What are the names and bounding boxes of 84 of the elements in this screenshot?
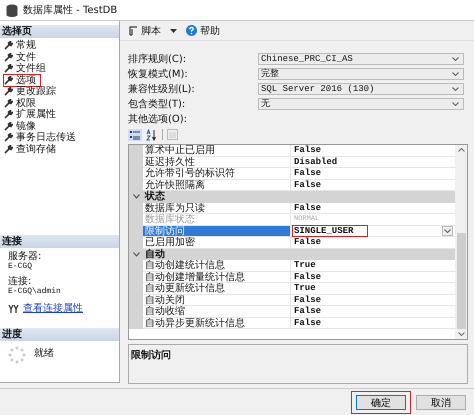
nav-item[interactable]: 权限: [4, 98, 40, 109]
wrench-icon: [4, 122, 13, 131]
scrollbar-thumb[interactable]: [456, 233, 466, 329]
dropdown-button[interactable]: [442, 226, 453, 236]
nav-item[interactable]: 查询存储: [4, 144, 60, 155]
expand-chevron-icon[interactable]: [132, 194, 140, 200]
chevron-icon: [452, 56, 459, 60]
property-value: SINGLE_USER: [293, 226, 368, 236]
scrollbar[interactable]: [455, 145, 467, 339]
row-header: [129, 145, 143, 156]
wrench-icon: [4, 52, 13, 62]
view-connection-link[interactable]: 查看连接属性: [23, 301, 83, 315]
server-label: 服务器:: [8, 251, 42, 262]
wrench-icon: [4, 110, 13, 120]
wrench-icon: [4, 41, 13, 50]
property-value: False: [293, 272, 322, 282]
property-value: True: [293, 260, 317, 270]
sort-icon[interactable]: [146, 128, 158, 140]
dialog-button[interactable]: 取消: [416, 394, 466, 410]
section-header: 连接: [0, 235, 119, 248]
wrench-icon: [4, 144, 13, 154]
window-title: 数据库属性 - TestDB: [23, 4, 118, 17]
spinner-icon: [8, 346, 26, 364]
caret-icon[interactable]: [170, 28, 177, 32]
categorized-icon[interactable]: [128, 128, 142, 140]
database-icon: [6, 4, 18, 16]
progress-status: 就绪: [34, 346, 54, 360]
property-name[interactable]: 延迟持久性: [143, 156, 291, 168]
category-label: 自动: [144, 248, 165, 260]
property-name[interactable]: 允许带引号的标识符: [143, 168, 291, 180]
help-button[interactable]: 帮助: [184, 24, 222, 38]
chevron-icon: [452, 72, 459, 76]
section-header: 进度: [0, 328, 119, 341]
property-name[interactable]: 自动收缩: [143, 306, 291, 318]
dialog-button[interactable]: 确定: [356, 394, 406, 410]
connection-name: E-CGQ\admin: [8, 287, 62, 296]
nav-item[interactable]: 事务日志传送: [4, 132, 80, 144]
property-value: False: [293, 318, 322, 328]
connection-icon: [8, 304, 19, 312]
wrench-icon: [4, 98, 13, 108]
nav-item[interactable]: 选项: [4, 74, 40, 86]
property-value: Disabled: [293, 156, 338, 167]
property-value: False: [293, 294, 322, 305]
dropdown-field[interactable]: Chinese_PRC_CI_AS: [258, 52, 464, 64]
field-label: 恢复模式(M):: [128, 68, 189, 80]
property-value: False: [293, 145, 322, 156]
property-value: False: [293, 306, 322, 316]
connection-label: 连接:: [8, 276, 32, 287]
description-title: 限制访问: [131, 350, 171, 361]
wrench-icon: [4, 64, 13, 74]
server-name: E-CGQ: [8, 262, 34, 271]
help-icon: [186, 25, 197, 36]
nav-item[interactable]: 镜像: [4, 120, 40, 132]
scroll-down-icon[interactable]: [458, 332, 464, 336]
nav-item[interactable]: 常规: [4, 40, 40, 52]
field-label: 其他选项(O):: [128, 112, 188, 126]
property-value: False: [293, 237, 322, 248]
row-header: [129, 318, 143, 329]
section-header: 选择页: [0, 25, 119, 38]
nav-item[interactable]: 文件组: [4, 63, 50, 74]
field-label: 兼容性级别(L):: [128, 82, 196, 96]
expand-chevron-icon[interactable]: [132, 252, 140, 257]
field-label: 排序规则(C):: [128, 52, 188, 66]
wrench-icon: [4, 87, 13, 96]
category-label: 状态: [144, 191, 165, 202]
wrench-icon: [4, 76, 13, 85]
script-icon: [128, 26, 138, 36]
field-label: 包含类型(T):: [128, 98, 186, 110]
nav-item[interactable]: 扩展属性: [4, 109, 60, 120]
script-button[interactable]: 脚本: [126, 24, 163, 38]
scroll-up-icon[interactable]: [458, 148, 464, 152]
dropdown-field[interactable]: 完整: [258, 68, 464, 80]
chevron-icon: [444, 228, 451, 233]
chevron-icon: [452, 102, 459, 106]
dropdown-field[interactable]: SQL Server 2016 (130): [258, 82, 464, 94]
nav-item[interactable]: 更改跟踪: [4, 86, 60, 98]
nav-item[interactable]: 文件: [4, 52, 40, 63]
property-value: False: [293, 180, 322, 190]
wrench-icon: [4, 133, 13, 142]
property-value: True: [293, 283, 317, 294]
dropdown-field[interactable]: 无: [258, 98, 464, 110]
chevron-icon: [452, 86, 459, 90]
property-value: False: [293, 168, 322, 178]
property-value: False: [293, 202, 322, 213]
